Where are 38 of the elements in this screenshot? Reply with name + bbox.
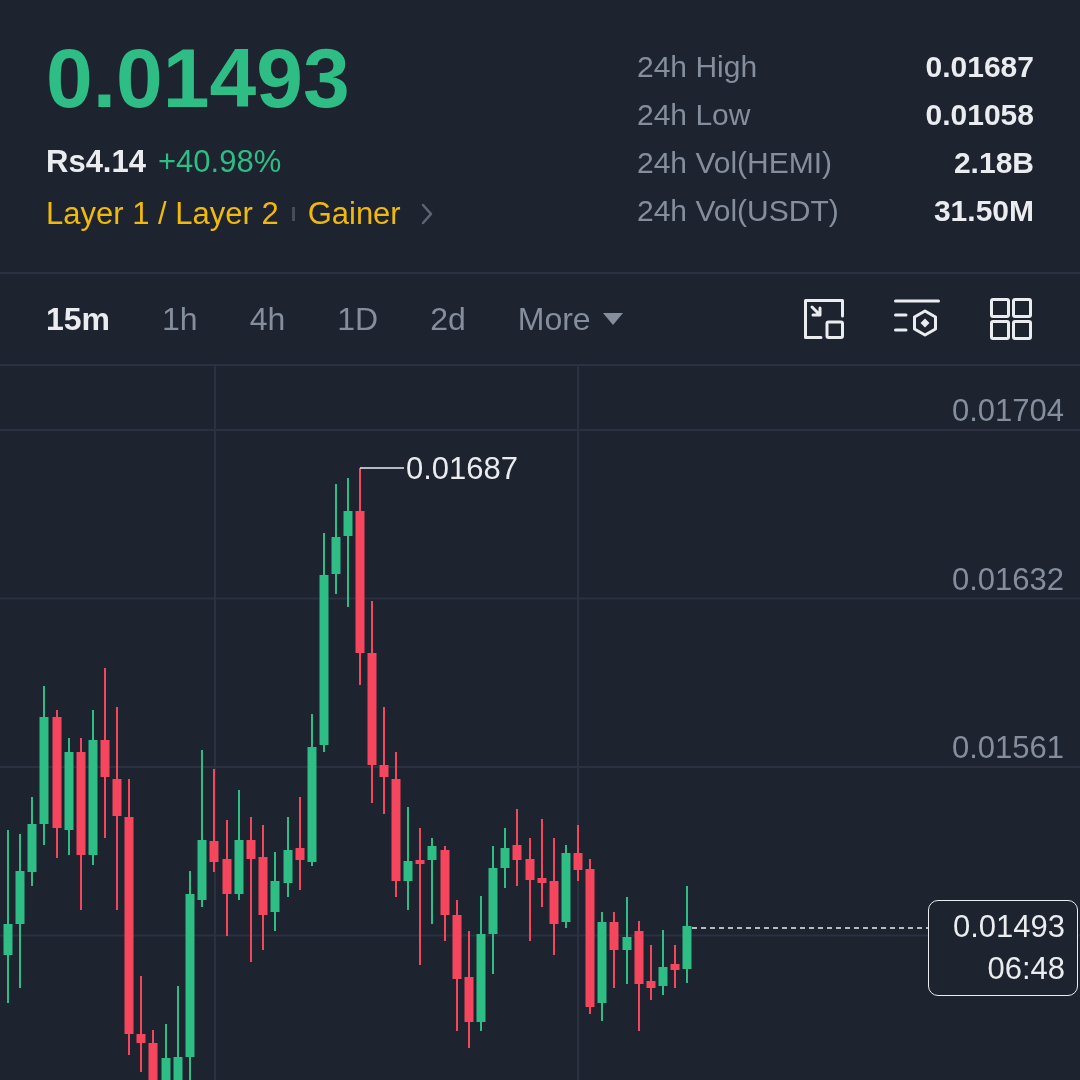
stat-value: 0.01687 [925, 49, 1034, 85]
leader-line [359, 467, 405, 469]
countdown-timer: 06:48 [987, 950, 1065, 988]
stat-label: 24h Low [637, 97, 752, 133]
stat-label: 24h Vol(USDT) [637, 193, 839, 229]
high-price-label: 0.01687 [406, 451, 519, 486]
caret-icon [602, 313, 623, 325]
last-price: 0.01493 [46, 36, 350, 120]
tag-link[interactable]: Layer 1 / Layer 2 [46, 194, 279, 234]
interval-tab[interactable]: 1h [162, 299, 198, 339]
stat-value: 0.01058 [925, 97, 1034, 133]
stat-label: 24h High [637, 49, 759, 85]
candlestick [500, 828, 510, 888]
grid-icon[interactable] [990, 298, 1032, 340]
more-dropdown[interactable]: More [517, 299, 623, 339]
candlestick [148, 1030, 158, 1080]
arrow-into-box-icon[interactable] [804, 299, 844, 339]
candlestick [161, 1024, 171, 1080]
stat-value: 2.18B [952, 145, 1034, 181]
price-axis-label: 0.01704 [951, 393, 1064, 428]
candlestick [646, 945, 656, 1000]
chevron-right-icon[interactable] [420, 203, 433, 225]
candlestick [573, 825, 583, 881]
price-change: +40.98% [157, 143, 282, 181]
interval-tab[interactable]: 4h [249, 299, 286, 339]
stat-value: 31.50M [932, 193, 1034, 229]
stat-label: 24h Vol(HEMI) [637, 145, 834, 181]
candlestick [658, 930, 668, 995]
price-axis-label: 0.01561 [951, 730, 1064, 765]
last-price-value: 0.01493 [952, 908, 1065, 946]
tag-link[interactable]: Gainer [307, 194, 401, 234]
interval-tab[interactable]: 2d [430, 299, 466, 339]
candlestick [670, 945, 680, 988]
fiat-price: Rs4.14 [46, 143, 146, 181]
price-axis-label: 0.01632 [951, 561, 1064, 597]
interval-tab[interactable]: 15m [46, 299, 111, 339]
hexagon-list-icon[interactable] [894, 299, 940, 339]
interval-tab[interactable]: 1D [337, 299, 379, 339]
